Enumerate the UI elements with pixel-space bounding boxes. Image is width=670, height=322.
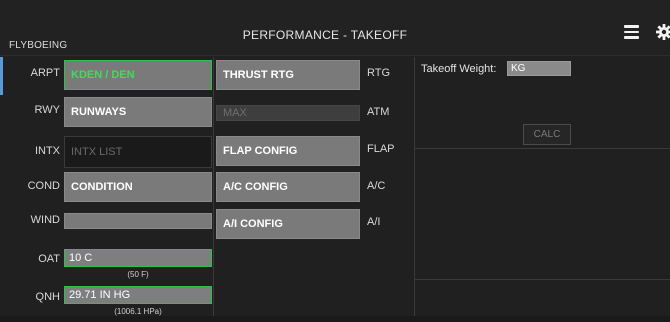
takeoff-weight-label: Takeoff Weight: — [421, 63, 497, 75]
arpt-label: ARPT — [30, 67, 60, 79]
oat-label: OAT — [38, 253, 60, 265]
condition-button[interactable]: CONDITION — [64, 172, 212, 202]
atm-label: ATM — [367, 106, 390, 118]
intx-label: INTX — [34, 145, 60, 157]
thrust-rating-button[interactable]: THRUST RTG — [216, 60, 360, 90]
atm-input[interactable]: MAX — [216, 105, 360, 121]
column-divider-left — [213, 57, 214, 316]
intersection-list-input[interactable]: INTX LIST — [64, 136, 212, 168]
qnh-hpa: (1006.1 HPa) — [114, 307, 162, 316]
hamburger-menu-icon[interactable] — [624, 25, 639, 39]
flap-label: FLAP — [367, 143, 395, 155]
page-title: PERFORMANCE - TAKEOFF — [242, 28, 408, 42]
cond-label: COND — [27, 180, 60, 192]
qnh-label: QNH — [35, 291, 60, 303]
runways-button[interactable]: RUNWAYS — [64, 97, 212, 127]
wind-input[interactable] — [64, 213, 212, 229]
column-divider-right — [414, 57, 415, 316]
gear-icon[interactable] — [656, 24, 670, 40]
ai-label: A/I — [367, 216, 381, 228]
right-panel-divider-top — [414, 148, 670, 149]
qnh-input[interactable]: 29.71 IN HG — [64, 286, 212, 304]
ac-config-button[interactable]: A/C CONFIG — [216, 172, 360, 202]
flap-config-button[interactable]: FLAP CONFIG — [216, 136, 360, 166]
app-header: FLYBOEING PERFORMANCE - TAKEOFF — [0, 0, 670, 56]
ai-config-button[interactable]: A/I CONFIG — [216, 209, 360, 239]
oat-input[interactable]: 10 C — [64, 249, 212, 267]
takeoff-weight-input[interactable]: KG — [507, 61, 571, 76]
airport-button[interactable]: KDEN / DEN — [64, 60, 212, 90]
oat-fahrenheit: (50 F) — [127, 270, 149, 279]
calc-button[interactable]: CALC — [523, 124, 571, 145]
rtg-label: RTG — [367, 67, 391, 79]
rwy-label: RWY — [34, 104, 60, 116]
wind-label: WIND — [30, 214, 60, 226]
bottom-strip — [0, 316, 670, 322]
left-accent-bar — [0, 57, 3, 95]
right-panel-divider-bottom — [414, 279, 670, 280]
ac-label: A/C — [367, 180, 386, 192]
